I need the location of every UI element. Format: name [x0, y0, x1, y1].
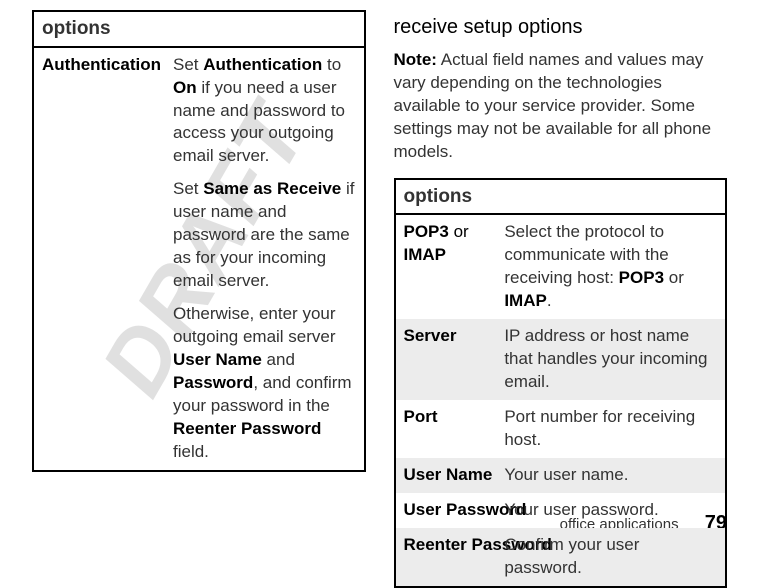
row-label: Server [395, 319, 497, 400]
paragraph-2: Set Same as Receive if user name and pas… [173, 178, 356, 293]
row-description: IP address or host name that handles you… [496, 319, 726, 400]
options-header: options [33, 11, 365, 47]
paragraph-1: Set Authentication to On if you need a u… [173, 54, 356, 169]
row-label: User Name [395, 458, 497, 493]
row-description: Your user name. [496, 458, 726, 493]
row-label: User Password [395, 493, 497, 528]
table-row: Reenter Password Confirm your user passw… [395, 528, 727, 587]
note-label: Note: [394, 50, 437, 69]
note-paragraph: Note: Actual field names and values may … [394, 49, 728, 164]
table-header-row: options [33, 11, 365, 47]
note-text: Actual field names and values may vary d… [394, 50, 712, 161]
table-row: User Name Your user name. [395, 458, 727, 493]
options-header: options [395, 179, 727, 215]
section-title: receive setup options [394, 16, 728, 39]
table-row: Port Port number for receiving host. [395, 400, 727, 458]
row-description: Set Authentication to On if you need a u… [165, 47, 365, 471]
row-description: Confirm your user password. [496, 528, 726, 587]
left-options-table: options Authentication Set Authenticatio… [32, 10, 366, 472]
row-label: Port [395, 400, 497, 458]
table-row: User Password Your user password. [395, 493, 727, 528]
row-description: Port number for receiving host. [496, 400, 726, 458]
row-label: POP3 or IMAP [395, 214, 497, 319]
row-label: Reenter Password [395, 528, 497, 587]
row-description: Select the protocol to communicate with … [496, 214, 726, 319]
table-row: Server IP address or host name that hand… [395, 319, 727, 400]
table-header-row: options [395, 179, 727, 215]
row-label: Authentication [33, 47, 165, 471]
right-column: receive setup options Note: Actual field… [380, 0, 742, 531]
right-options-table: options POP3 or IMAP Select the protocol… [394, 178, 728, 588]
table-row: POP3 or IMAP Select the protocol to comm… [395, 214, 727, 319]
left-column: options Authentication Set Authenticatio… [18, 0, 380, 531]
table-row: Authentication Set Authentication to On … [33, 47, 365, 471]
row-description: Your user password. [496, 493, 726, 528]
page-content: options Authentication Set Authenticatio… [0, 0, 759, 549]
paragraph-3: Otherwise, enter your outgoing email ser… [173, 303, 356, 464]
